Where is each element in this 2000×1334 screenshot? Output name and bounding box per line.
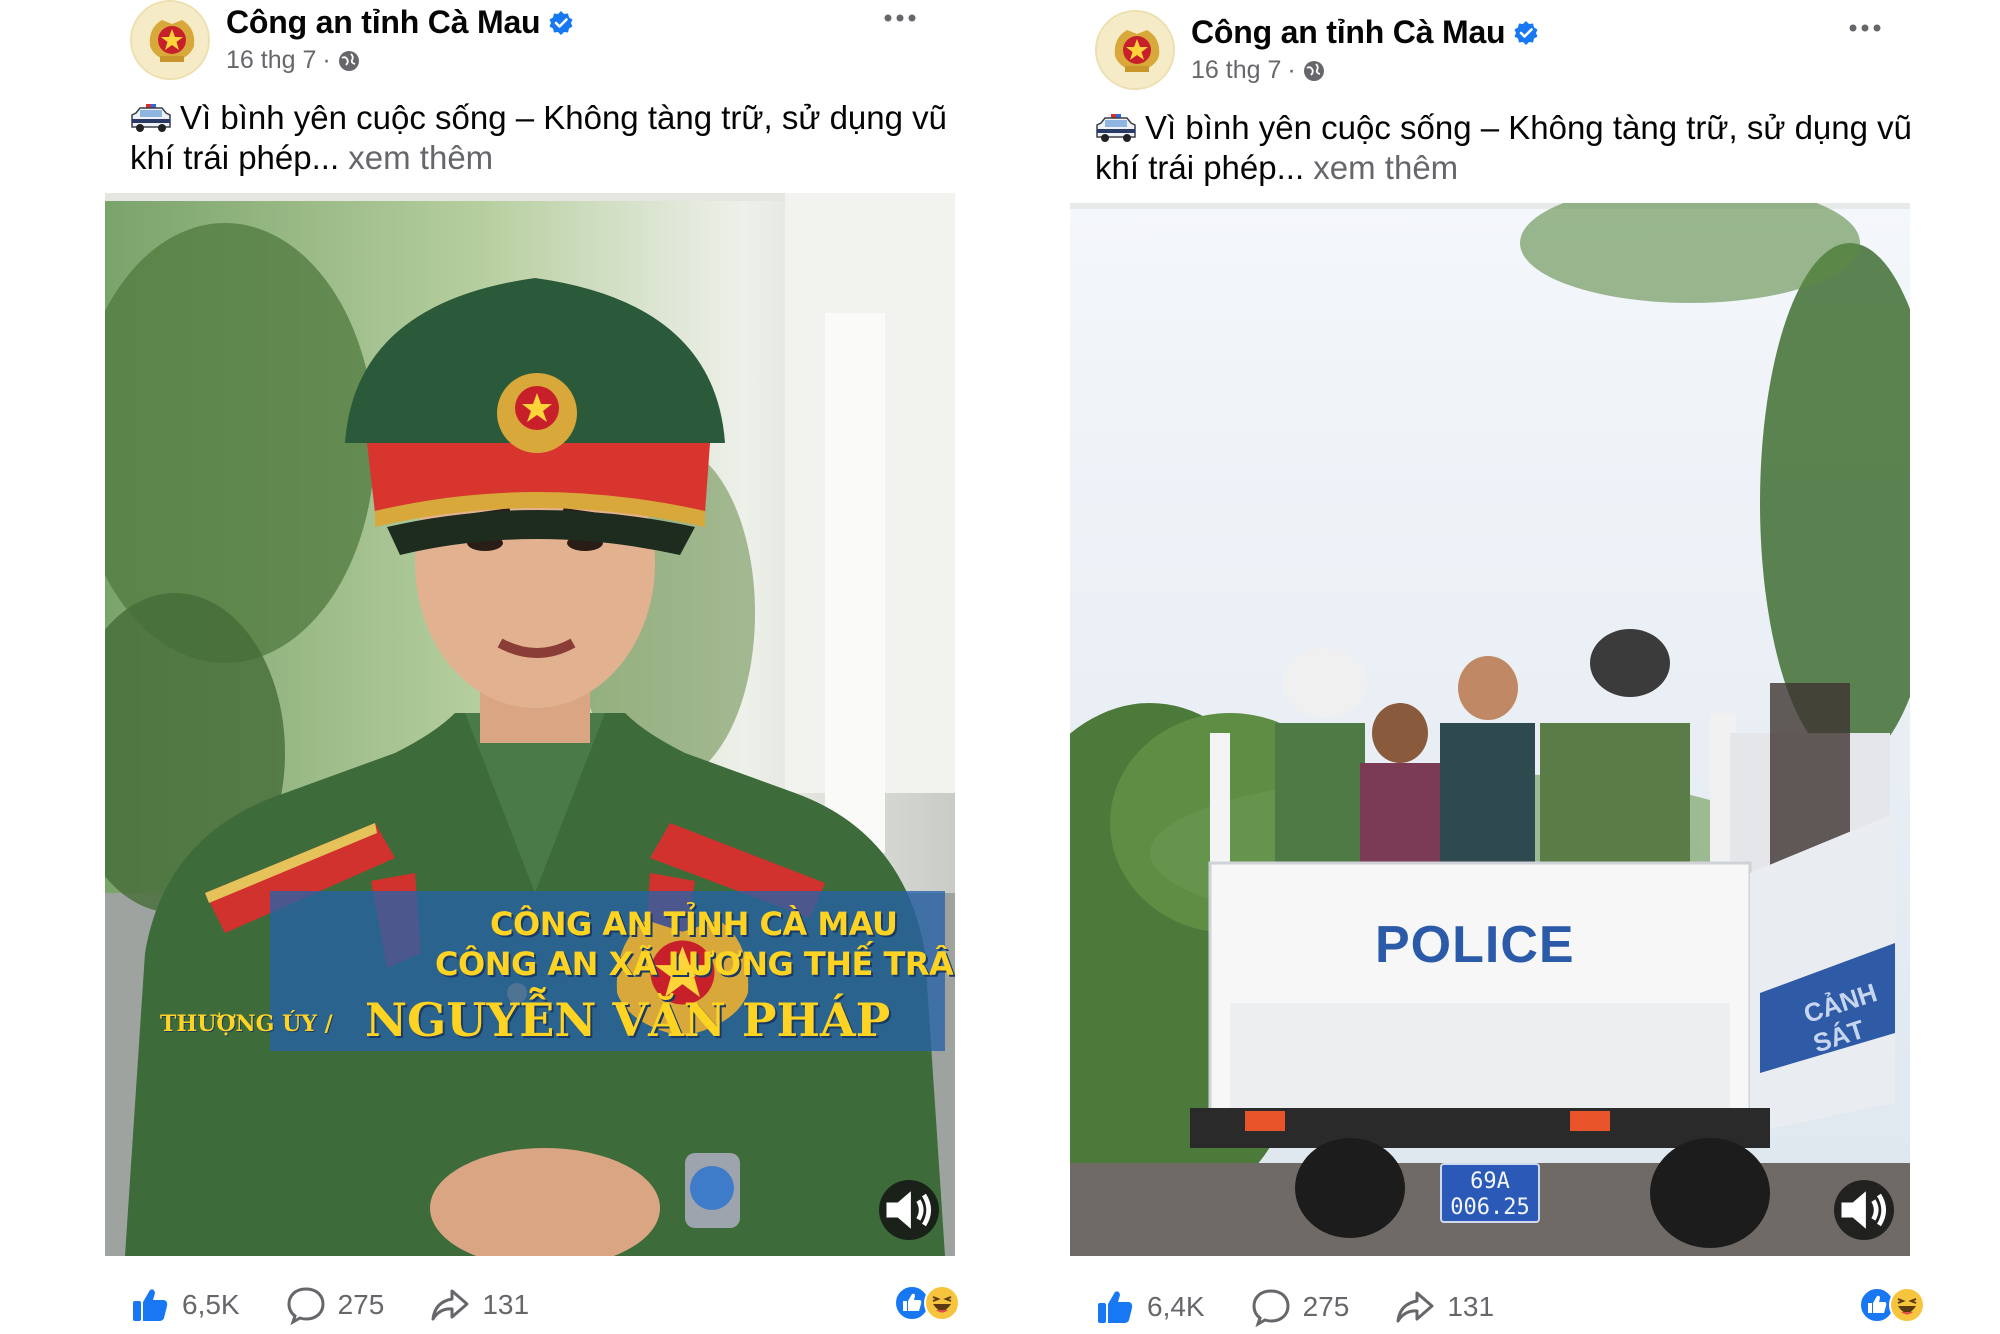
volume-icon [886, 1191, 932, 1229]
like-button[interactable]: 6,5K [130, 1285, 240, 1325]
overlay-unit-line2: CÔNG AN XÃ LƯƠNG THẾ TRÂN [435, 945, 955, 983]
see-more-link[interactable]: xem thêm [1313, 149, 1458, 186]
police-emblem-icon [132, 2, 208, 78]
caption-text: Vì bình yên cuộc sống – Không tàng trữ, … [1095, 109, 1913, 186]
comment-icon [1252, 1289, 1290, 1327]
reaction-summary[interactable] [1859, 1287, 1925, 1323]
meta-separator: · [322, 46, 331, 74]
caption-text: Vì bình yên cuộc sống – Không tàng trữ, … [130, 99, 948, 176]
globe-icon [338, 50, 359, 71]
comment-count: 275 [337, 1289, 385, 1320]
post-card-1: Công an tỉnh Cà Mau 16 thg 7 · Vì bình y… [100, 0, 960, 1334]
volume-button[interactable] [1834, 1180, 1894, 1240]
police-car-icon [1096, 114, 1136, 142]
video-frame-police-truck [1070, 203, 1910, 1256]
post-footer: 6,4K 275 131 [1095, 1282, 1925, 1332]
overlay-unit-line1: CÔNG AN TỈNH CÀ MAU [490, 905, 898, 943]
like-icon [133, 1289, 168, 1321]
volume-icon [1841, 1191, 1887, 1229]
see-more-link[interactable]: xem thêm [348, 139, 493, 176]
post-date[interactable]: 16 thg 7 [226, 46, 316, 75]
share-icon [1396, 1291, 1434, 1323]
comment-button[interactable]: 275 [286, 1285, 385, 1325]
video-player[interactable]: POLICE CẢNH SÁT 69A 006.25 [1070, 203, 1910, 1256]
police-emblem-icon [1097, 12, 1173, 88]
more-options-icon[interactable] [1845, 18, 1885, 38]
truck-police-label: POLICE [1375, 916, 1575, 974]
like-count: 6,5K [182, 1289, 240, 1320]
comment-button[interactable]: 275 [1251, 1287, 1350, 1327]
comment-count: 275 [1302, 1291, 1350, 1322]
post-header: Công an tỉnh Cà Mau 16 thg 7 · [1095, 10, 1925, 100]
like-icon [1098, 1291, 1133, 1323]
more-options-icon[interactable] [880, 8, 920, 28]
overlay-rank: THƯỢNG ÚY / [160, 1011, 333, 1037]
volume-button[interactable] [879, 1180, 939, 1240]
share-icon [431, 1289, 469, 1321]
post-footer: 6,5K 275 131 [130, 1280, 960, 1330]
like-button[interactable]: 6,4K [1095, 1287, 1205, 1327]
like-count: 6,4K [1147, 1291, 1205, 1322]
verified-badge-icon [549, 10, 573, 35]
video-player[interactable]: CÔNG AN TỈNH CÀ MAU CÔNG AN XÃ LƯƠNG THẾ… [105, 193, 955, 1256]
post-header: Công an tỉnh Cà Mau 16 thg 7 · [130, 0, 960, 90]
share-count: 131 [1447, 1291, 1495, 1322]
video-frame-officer [105, 193, 955, 1256]
comment-icon [287, 1287, 325, 1325]
name-lower-third: CÔNG AN TỈNH CÀ MAU CÔNG AN XÃ LƯƠNG THẾ… [160, 891, 955, 1051]
post-caption: Vì bình yên cuộc sống – Không tàng trữ, … [1095, 108, 1925, 188]
post-caption: Vì bình yên cuộc sống – Không tàng trữ, … [130, 98, 960, 178]
police-car-icon [131, 104, 171, 132]
plate-line1: 69A [1470, 1169, 1510, 1194]
haha-reaction-icon [924, 1285, 960, 1321]
page-name[interactable]: Công an tỉnh Cà Mau [1191, 14, 1506, 51]
verified-badge-icon [1514, 20, 1538, 45]
globe-icon [1303, 60, 1324, 81]
share-count: 131 [482, 1289, 530, 1320]
page-name[interactable]: Công an tỉnh Cà Mau [226, 4, 541, 41]
license-plate: 69A 006.25 [1440, 1163, 1540, 1223]
page-avatar[interactable] [1095, 10, 1175, 90]
plate-line2: 006.25 [1450, 1195, 1530, 1220]
share-button[interactable]: 131 [1395, 1287, 1494, 1327]
page-avatar[interactable] [130, 0, 210, 80]
reaction-summary[interactable] [894, 1285, 960, 1321]
share-button[interactable]: 131 [430, 1285, 529, 1325]
haha-reaction-icon [1889, 1287, 1925, 1323]
meta-separator: · [1287, 56, 1296, 84]
post-date[interactable]: 16 thg 7 [1191, 56, 1281, 85]
overlay-officer-name: NGUYỄN VĂN PHÁP [365, 993, 891, 1047]
post-card-2: Công an tỉnh Cà Mau 16 thg 7 · Vì bình y… [1065, 0, 1925, 1334]
